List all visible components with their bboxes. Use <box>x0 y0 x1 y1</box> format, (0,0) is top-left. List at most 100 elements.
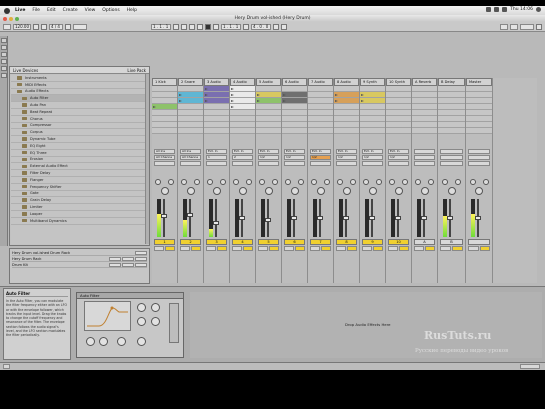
q-knob[interactable] <box>99 337 108 346</box>
input-channel-chooser[interactable]: All Channe <box>154 155 175 160</box>
key-map-button[interactable] <box>500 23 508 30</box>
volume-fader-handle[interactable] <box>369 216 375 220</box>
send-a-knob[interactable] <box>363 179 370 185</box>
arm-button[interactable] <box>191 246 201 251</box>
arm-button[interactable] <box>347 246 357 251</box>
lfo-rate-knob[interactable] <box>151 317 160 326</box>
attack-knob[interactable] <box>151 303 160 312</box>
solo-button[interactable] <box>440 246 451 251</box>
volume-fader-handle[interactable] <box>239 216 245 220</box>
clip-launch-icon[interactable] <box>205 87 208 90</box>
send-b-knob[interactable] <box>401 179 408 185</box>
pan-knob[interactable] <box>447 187 456 195</box>
info-control-b3[interactable] <box>135 263 147 267</box>
browser-item[interactable]: Flanger <box>11 177 148 184</box>
info-control-b1[interactable] <box>109 263 121 267</box>
punch-out-button[interactable] <box>281 23 287 30</box>
arm-button[interactable] <box>243 246 253 251</box>
solo-button[interactable] <box>468 246 479 251</box>
send-a-knob[interactable] <box>469 179 476 185</box>
input-channel-chooser[interactable]: 2 <box>232 155 253 160</box>
send-a-knob[interactable] <box>259 179 266 185</box>
audio-from-chooser[interactable]: Ext. In <box>362 149 383 154</box>
track-title[interactable]: B Delay <box>438 78 465 86</box>
send-a-knob[interactable] <box>207 179 214 185</box>
browser-item[interactable]: Filter Delay <box>11 170 148 177</box>
track-title[interactable]: Master <box>466 78 492 86</box>
track-activator[interactable]: 2 <box>180 239 201 245</box>
close-window-icon[interactable] <box>3 16 7 21</box>
signature-field[interactable]: 4 / 4 <box>49 23 63 30</box>
send-b-knob[interactable] <box>455 179 462 185</box>
clip-launch-icon[interactable] <box>283 93 286 96</box>
solo-button[interactable] <box>336 246 346 251</box>
track-activator[interactable]: A <box>414 239 435 245</box>
browser-item[interactable]: Looper <box>11 211 148 218</box>
send-b-knob[interactable] <box>219 179 226 185</box>
audio-from-chooser[interactable]: Ext. In <box>336 149 357 154</box>
send-a-knob[interactable] <box>311 179 318 185</box>
plugin-browser-button[interactable] <box>1 45 7 50</box>
volume-fader-track[interactable] <box>189 199 191 237</box>
clip-launch-icon[interactable] <box>361 99 364 102</box>
clip-launch-icon[interactable] <box>361 93 364 96</box>
pan-knob[interactable] <box>264 187 273 195</box>
volume-fader-handle[interactable] <box>475 216 481 220</box>
clip-slot[interactable] <box>438 128 465 134</box>
hot-swap-button[interactable] <box>1 73 7 78</box>
audio-to-chooser[interactable] <box>206 161 227 166</box>
clip-launch-icon[interactable] <box>153 105 156 108</box>
track-title[interactable]: 5 Audio <box>256 78 281 86</box>
browser-item[interactable]: MIDI Effects <box>11 82 148 89</box>
audio-to-chooser[interactable] <box>284 161 305 166</box>
browser-scrollbar[interactable] <box>145 74 149 244</box>
quantize-menu[interactable] <box>73 23 87 30</box>
track-activator[interactable]: B <box>440 239 463 245</box>
send-b-knob[interactable] <box>427 179 434 185</box>
spotlight-icon[interactable] <box>536 7 541 12</box>
file-browser-3-button[interactable] <box>1 66 7 71</box>
input-channel-chooser[interactable]: 1/2 <box>284 155 305 160</box>
clip-launch-icon[interactable] <box>257 99 260 102</box>
clip-launch-icon[interactable] <box>205 93 208 96</box>
pan-knob[interactable] <box>368 187 377 195</box>
track-activator[interactable] <box>468 239 490 245</box>
stop-button[interactable] <box>181 23 187 30</box>
input-channel-chooser[interactable]: 1 <box>206 155 227 160</box>
browser-item[interactable]: Gate <box>11 191 148 198</box>
clip-launch-icon[interactable] <box>231 87 234 90</box>
audio-to-chooser[interactable] <box>468 161 490 166</box>
clip-launch-icon[interactable] <box>335 93 338 96</box>
audio-from-chooser[interactable] <box>440 149 463 154</box>
device-title-bar[interactable]: Auto Filter <box>77 293 183 299</box>
file-browser-2-button[interactable] <box>1 59 7 64</box>
track-activator[interactable]: 4 <box>232 239 253 245</box>
pan-knob[interactable] <box>238 187 247 195</box>
arm-button[interactable] <box>373 246 383 251</box>
lfo-amount-knob[interactable] <box>137 317 146 326</box>
loop-switch[interactable] <box>243 23 249 30</box>
solo-button[interactable] <box>180 246 190 251</box>
pan-knob[interactable] <box>420 187 429 195</box>
audio-to-chooser[interactable] <box>362 161 383 166</box>
track-activator[interactable]: 8 <box>336 239 357 245</box>
volume-icon[interactable] <box>494 7 500 12</box>
clip-slot[interactable] <box>204 128 229 134</box>
audio-to-chooser[interactable] <box>310 161 331 166</box>
tap-tempo-button[interactable] <box>3 23 11 30</box>
input-channel-chooser[interactable] <box>440 155 463 160</box>
tempo-field[interactable]: 120.00 <box>13 23 31 30</box>
browser-item[interactable]: Auto Pan <box>11 102 148 109</box>
send-a-knob[interactable] <box>389 179 396 185</box>
metronome-button[interactable] <box>65 23 71 30</box>
clip-launch-icon[interactable] <box>335 99 338 102</box>
env-amount-knob[interactable] <box>137 303 146 312</box>
filter-response-graph[interactable] <box>84 301 131 331</box>
clip-slot[interactable] <box>334 128 359 134</box>
phase-knob[interactable] <box>117 337 126 346</box>
audio-from-chooser[interactable]: Ext. In <box>258 149 279 154</box>
clip-launch-icon[interactable] <box>283 99 286 102</box>
solo-button[interactable] <box>362 246 372 251</box>
arm-button[interactable] <box>269 246 279 251</box>
clip-launch-icon[interactable] <box>179 93 182 96</box>
